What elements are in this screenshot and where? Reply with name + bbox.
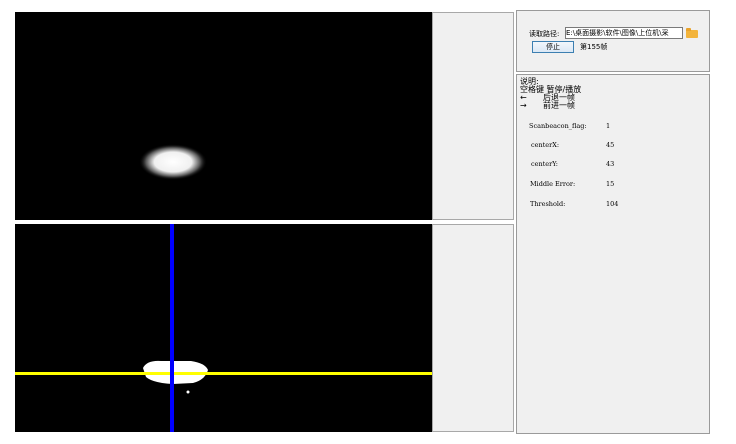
help-right-key: → xyxy=(520,101,527,110)
control-panel: 读取路径: E:\桌面摄影\软件\图像\上位机\采 停止 第155帧 xyxy=(516,10,710,72)
bottom-side-panel xyxy=(432,224,514,432)
top-side-panel xyxy=(432,12,514,220)
folder-icon[interactable] xyxy=(686,28,698,38)
param-value-centerx: 45 xyxy=(606,141,615,149)
path-label: 读取路径: xyxy=(529,30,560,38)
param-value-middle-error: 15 xyxy=(606,180,615,188)
horizontal-crosshair xyxy=(15,372,432,375)
raw-image-canvas xyxy=(15,12,432,220)
processed-view xyxy=(15,224,432,432)
help-right-text: 前进一帧 xyxy=(543,101,575,110)
param-value-scanbeacon: 1 xyxy=(606,122,611,130)
path-input[interactable]: E:\桌面摄影\软件\图像\上位机\采 xyxy=(565,27,683,39)
raw-camera-view xyxy=(15,12,432,220)
param-label-centery: centerY: xyxy=(531,160,558,168)
param-value-threshold: 104 xyxy=(606,200,619,208)
param-label-threshold: Threshold: xyxy=(530,200,566,208)
param-label-scanbeacon: Scanbeacon_flag: xyxy=(529,122,587,130)
frame-counter: 第155帧 xyxy=(580,43,608,51)
stop-button[interactable]: 停止 xyxy=(532,41,574,53)
vertical-crosshair xyxy=(170,224,174,432)
info-panel: 说明: 空格键 暂停/播放 ← 后退一帧 → 前进一帧 Scanbeacon_f… xyxy=(516,74,710,434)
blob-dot xyxy=(186,390,190,394)
light-spot xyxy=(139,144,207,180)
path-input-value: E:\桌面摄影\软件\图像\上位机\采 xyxy=(566,29,669,37)
processed-image-canvas xyxy=(15,224,432,432)
param-label-centerx: centerX: xyxy=(531,141,560,149)
param-value-centery: 43 xyxy=(606,160,615,168)
param-label-middle-error: Middle Error: xyxy=(530,180,576,188)
